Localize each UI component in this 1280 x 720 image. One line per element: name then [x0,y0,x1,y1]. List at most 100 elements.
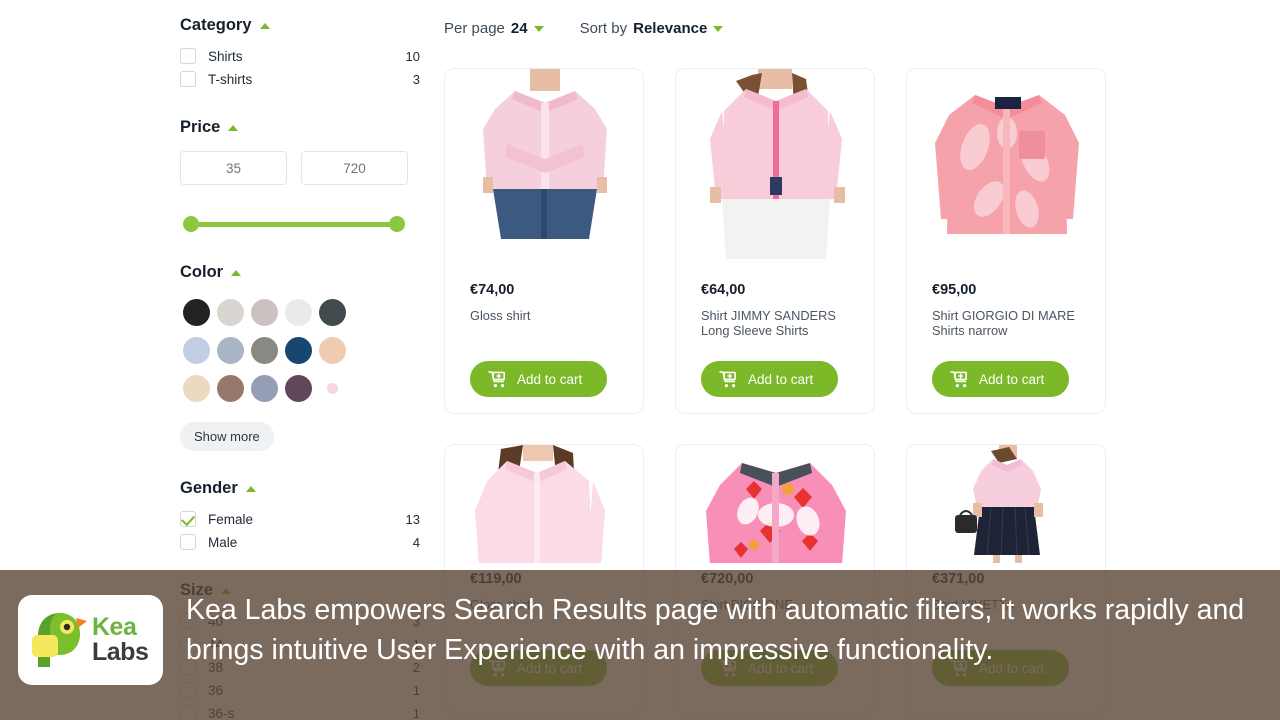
add-to-cart-label: Add to cart [979,371,1045,387]
color-swatch-taupe[interactable] [248,296,280,328]
promo-caption: Kea Labs empowers Search Results page wi… [186,594,1245,666]
facet-category: Category Shirts 10 T-shirts 3 [180,0,420,90]
swatch-dot [250,336,278,364]
swatch-dot [216,374,244,402]
color-swatch-warm-gray[interactable] [248,334,280,366]
chevron-down-icon[interactable] [533,25,544,32]
price-range-slider[interactable] [180,209,408,239]
color-swatch-pink[interactable] [316,372,348,404]
product-price: €74,00 [470,282,515,298]
checkbox-row-male[interactable]: Male 4 [180,531,420,553]
slider-handle-max[interactable] [389,216,405,232]
color-swatch-blue-gray[interactable] [214,334,246,366]
checkbox-shirts[interactable] [180,48,196,64]
color-swatch-dark-slate[interactable] [316,296,348,328]
color-swatch-cream[interactable] [180,372,212,404]
add-to-cart-button[interactable]: Add to cart [701,361,838,397]
results-toolbar: Per page 24 Sort by Relevance [444,20,724,37]
cart-icon [950,370,967,387]
product-image[interactable] [907,445,1105,563]
checkbox-male[interactable] [180,534,196,550]
chevron-down-icon[interactable] [713,25,724,32]
color-swatch-brown[interactable] [214,372,246,404]
checkbox-label: Female [208,511,254,527]
sort-by-label: Sort by [579,20,628,37]
checkbox-row-female[interactable]: Female 13 [180,508,420,530]
slider-track [188,222,400,227]
color-swatch-periwinkle[interactable] [180,334,212,366]
sort-by-value: Relevance [633,20,708,37]
search-results-page: Category Shirts 10 T-shirts 3 Price 35 7… [0,0,1280,720]
product-image[interactable] [676,69,874,274]
sort-by-selector[interactable]: Sort by Relevance [580,20,724,37]
color-swatch-slate-blue[interactable] [248,372,280,404]
swatch-dot [250,298,278,326]
add-to-cart-button[interactable]: Add to cart [932,361,1069,397]
color-swatch-navy[interactable] [282,334,314,366]
promo-overlay: Kea Labs Kea Labs empowers Search Result… [0,570,1280,720]
product-image[interactable] [445,445,643,563]
color-swatch-light-gray[interactable] [214,296,246,328]
swatch-dot [284,374,312,402]
product-price: €95,00 [932,282,977,298]
checkbox-row-tshirts[interactable]: T-shirts 3 [180,68,420,90]
facet-category-header[interactable]: Category [180,0,420,45]
chevron-up-icon[interactable] [228,124,239,131]
color-swatch-plum[interactable] [282,372,314,404]
swatch-dot [182,374,210,402]
color-swatch-grid [180,296,420,404]
swatch-dot [216,336,244,364]
checkbox-label: Shirts [208,48,243,64]
product-info: €64,00 Shirt JIMMY SANDERS Long Sleeve Sh… [676,274,874,338]
facet-price-header[interactable]: Price [180,102,420,147]
show-more-colors-button[interactable]: Show more [180,422,274,451]
swatch-dot [318,336,346,364]
logo-line-labs: Labs [92,638,149,666]
checkbox-label: Male [208,534,238,550]
facet-gender-header[interactable]: Gender [180,463,420,508]
price-range-inputs [180,151,420,185]
facet-price: Price [180,102,420,239]
product-card[interactable]: €95,00 Shirt GIORGIO DI MARE Shirts narro… [906,68,1106,414]
facet-color-header[interactable]: Color [180,247,420,292]
swatch-dot [318,298,346,326]
swatch-dot [318,374,346,402]
facet-category-options: Shirts 10 T-shirts 3 [180,45,420,90]
per-page-value: 24 [510,20,528,37]
color-swatch-peach[interactable] [316,334,348,366]
product-name: Shirt GIORGIO DI MARE Shirts narrow [932,308,1075,338]
swatch-dot [182,336,210,364]
product-name: Gloss shirt [470,308,531,323]
facet-count: 13 [405,511,420,527]
product-image[interactable] [445,69,643,274]
facet-gender: Gender Female 13 Male 4 [180,463,420,553]
slider-handle-min[interactable] [183,216,199,232]
facet-color: Color Show more [180,247,420,451]
chevron-up-icon[interactable] [245,485,256,492]
checkbox-female[interactable] [180,511,196,527]
per-page-selector[interactable]: Per page 24 [444,20,544,37]
swatch-dot [284,298,312,326]
product-image[interactable] [907,69,1105,274]
facet-price-title: Price [180,118,221,136]
product-card[interactable]: €64,00 Shirt JIMMY SANDERS Long Sleeve Sh… [675,68,875,414]
checkbox-tshirts[interactable] [180,71,196,87]
facet-count: 10 [405,48,420,64]
add-to-cart-button[interactable]: Add to cart [470,361,607,397]
product-info: €74,00 Gloss shirt [445,274,643,338]
product-image[interactable] [676,445,874,563]
color-swatch-off-white[interactable] [282,296,314,328]
price-min-input[interactable] [180,151,287,185]
product-card[interactable]: €74,00 Gloss shirt Add to cart [444,68,644,414]
chevron-up-icon[interactable] [231,269,242,276]
add-to-cart-label: Add to cart [517,371,583,387]
facet-count: 4 [412,534,420,550]
color-swatch-black[interactable] [180,296,212,328]
price-max-input[interactable] [301,151,408,185]
swatch-dot [182,298,210,326]
product-name: Shirt JIMMY SANDERS Long Sleeve Shirts [701,308,836,338]
per-page-label: Per page [444,20,505,37]
chevron-up-icon[interactable] [259,22,270,29]
swatch-dot [284,336,312,364]
checkbox-row-shirts[interactable]: Shirts 10 [180,45,420,67]
